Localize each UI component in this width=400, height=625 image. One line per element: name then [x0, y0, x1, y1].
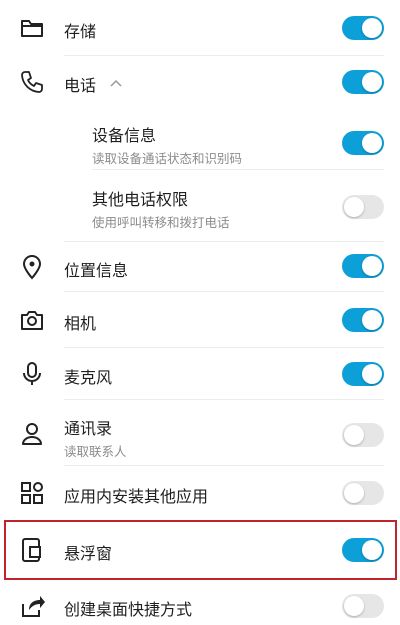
toggle-knob — [344, 425, 364, 445]
permission-row-device-info[interactable]: 设备信息 读取设备通话状态和识别码 — [0, 110, 400, 170]
toggle-knob — [362, 18, 382, 38]
floating-window-icon — [18, 536, 46, 564]
permission-title-storage: 存储 — [64, 22, 97, 41]
permission-title-floating-window: 悬浮窗 — [64, 544, 113, 563]
toggle-install-apps[interactable] — [342, 481, 384, 505]
permission-row-contacts[interactable]: 通讯录 读取联系人 — [0, 400, 400, 466]
toggle-storage[interactable] — [342, 16, 384, 40]
permission-title-camera: 相机 — [64, 314, 97, 333]
chevron-up-icon[interactable] — [108, 75, 124, 89]
permission-row-camera[interactable]: 相机 — [0, 292, 400, 348]
permission-title-device-info: 设备信息 — [92, 126, 157, 145]
permission-row-install-apps[interactable]: 应用内安装其他应用 — [0, 466, 400, 520]
folder-icon — [18, 14, 46, 42]
microphone-icon — [18, 360, 46, 388]
toggle-knob — [362, 256, 382, 276]
toggle-knob — [362, 72, 382, 92]
toggle-knob — [344, 596, 364, 616]
permission-title-contacts: 通讯录 — [64, 419, 113, 438]
phone-icon — [18, 68, 46, 96]
share-icon — [18, 592, 46, 620]
toggle-location[interactable] — [342, 254, 384, 278]
toggle-floating-window[interactable] — [342, 538, 384, 562]
permission-row-shortcut[interactable]: 创建桌面快捷方式 — [0, 580, 400, 625]
permission-row-phone[interactable]: 电话 — [0, 56, 400, 110]
location-pin-icon — [18, 253, 46, 281]
apps-grid-icon — [18, 479, 46, 507]
permission-title-install-apps: 应用内安装其他应用 — [64, 487, 209, 506]
toggle-microphone[interactable] — [342, 362, 384, 386]
permission-row-other-phone[interactable]: 其他电话权限 使用呼叫转移和拨打电话 — [0, 170, 400, 242]
toggle-knob — [344, 197, 364, 217]
permission-subtitle-contacts: 读取联系人 — [64, 444, 127, 459]
contacts-icon — [18, 420, 46, 448]
toggle-knob — [362, 540, 382, 560]
toggle-camera[interactable] — [342, 308, 384, 332]
permission-title-other-phone: 其他电话权限 — [92, 190, 189, 209]
permission-row-location[interactable]: 位置信息 — [0, 242, 400, 292]
permission-title-phone: 电话 — [64, 76, 97, 95]
toggle-contacts[interactable] — [342, 423, 384, 447]
camera-icon — [18, 306, 46, 334]
permission-title-location: 位置信息 — [64, 261, 129, 280]
toggle-knob — [362, 310, 382, 330]
permission-subtitle-other-phone: 使用呼叫转移和拨打电话 — [92, 215, 230, 230]
permission-row-storage[interactable]: 存储 — [0, 0, 400, 56]
permission-subtitle-device-info: 读取设备通话状态和识别码 — [92, 151, 243, 166]
permission-title-shortcut: 创建桌面快捷方式 — [64, 600, 193, 619]
permission-title-microphone: 麦克风 — [64, 368, 113, 387]
toggle-knob — [362, 364, 382, 384]
toggle-phone[interactable] — [342, 70, 384, 94]
toggle-knob — [344, 483, 364, 503]
permission-row-floating-window[interactable]: 悬浮窗 — [0, 522, 400, 578]
toggle-device-info[interactable] — [342, 131, 384, 155]
permission-row-microphone[interactable]: 麦克风 — [0, 348, 400, 400]
toggle-knob — [362, 133, 382, 153]
toggle-shortcut[interactable] — [342, 594, 384, 618]
toggle-other-phone[interactable] — [342, 195, 384, 219]
